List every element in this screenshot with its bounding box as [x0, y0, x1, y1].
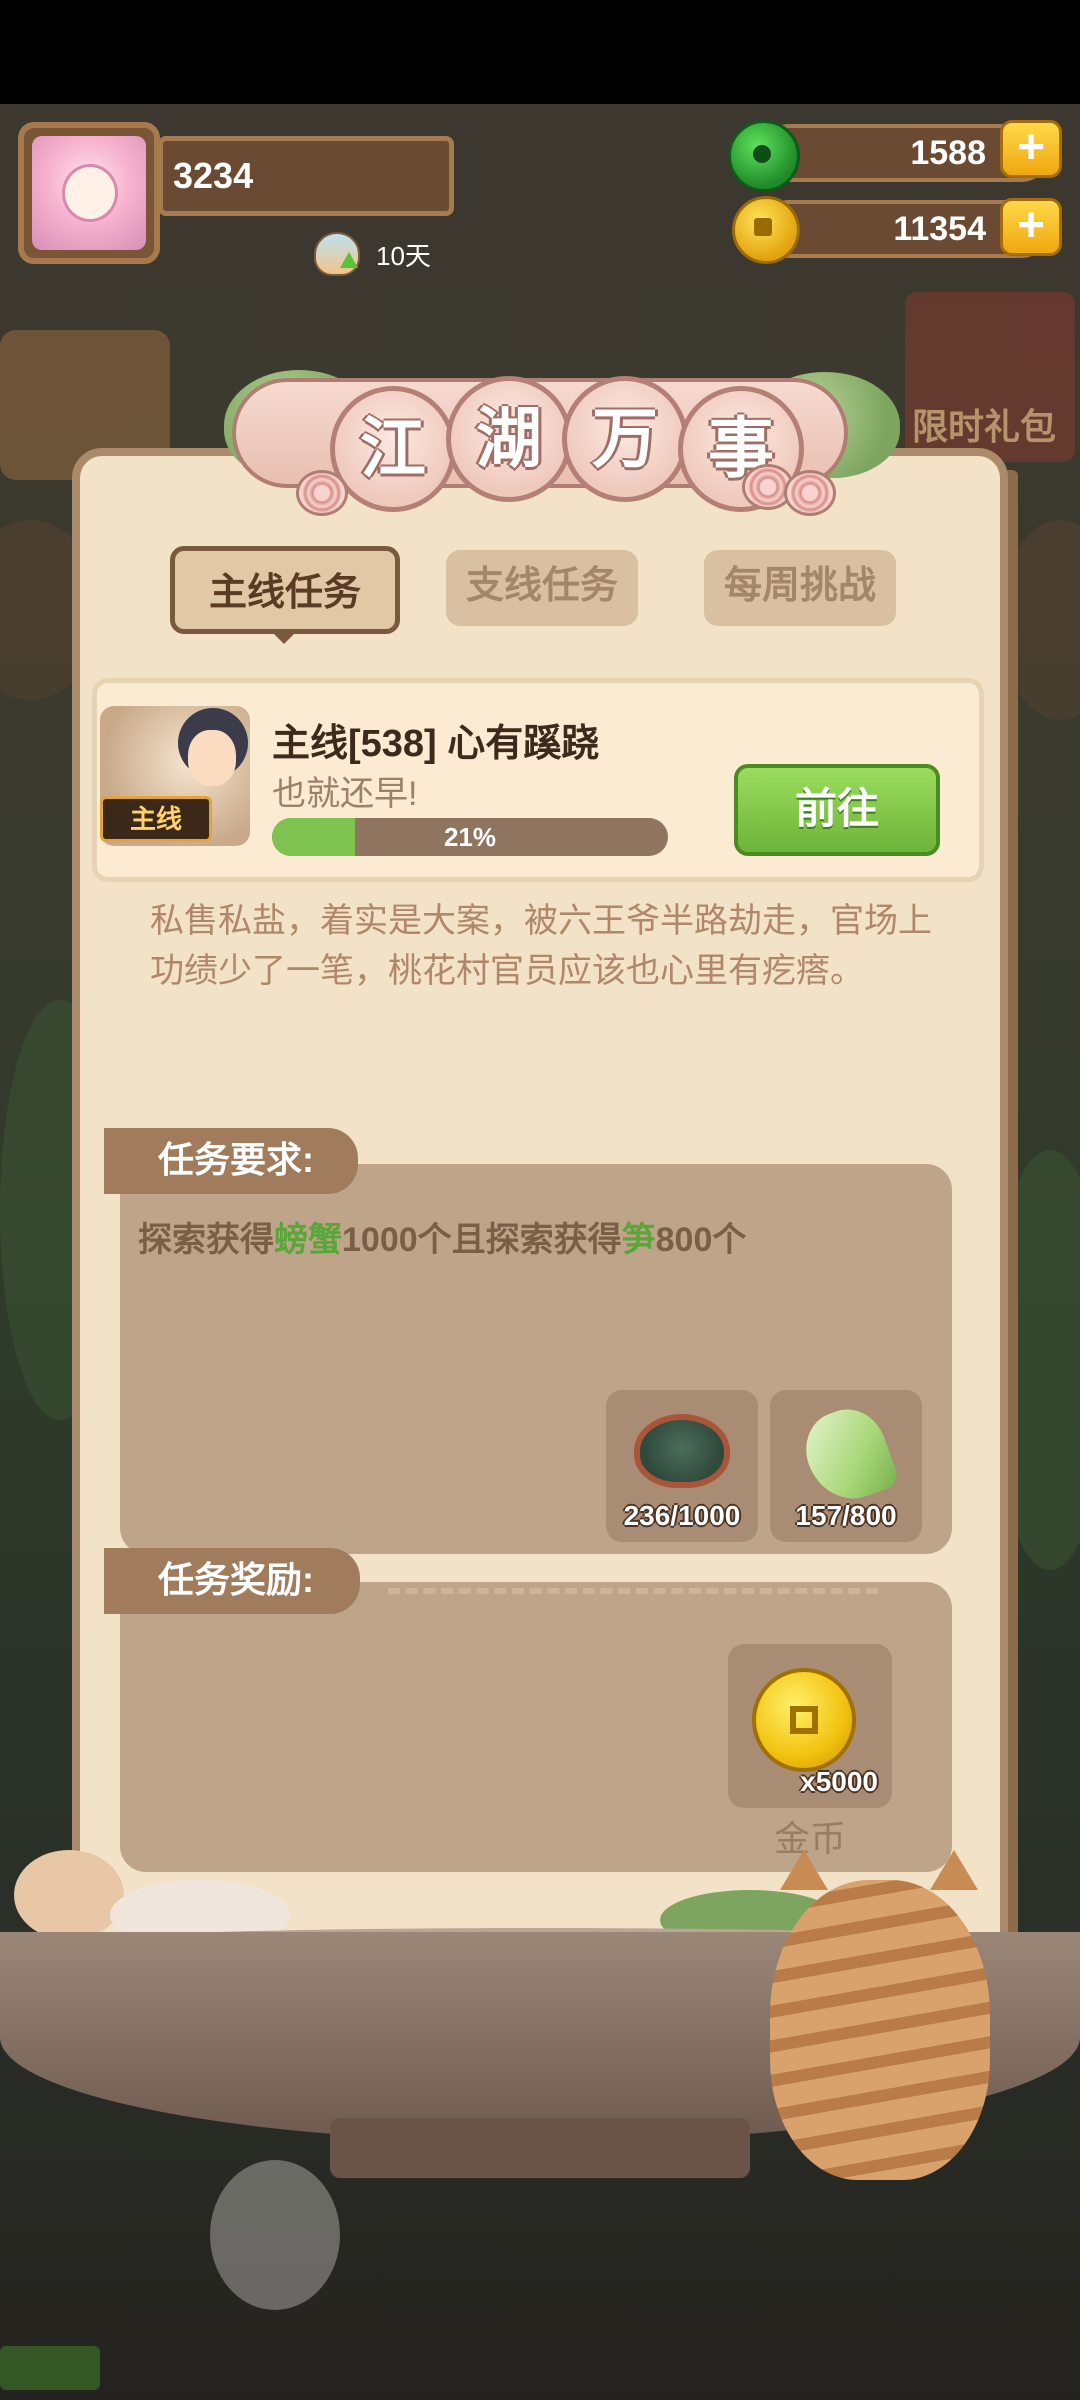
status-bar [0, 0, 1080, 104]
gold-coin-icon [732, 196, 800, 264]
tab-side-quest[interactable]: 支线任务 [446, 550, 638, 626]
req-text-part: 1000个且探索获得 [342, 1221, 622, 1259]
days-counter: 10天 [376, 241, 431, 271]
item-slot-bamboo[interactable]: 157/800 [770, 1390, 922, 1542]
rewards-label: 任务奖励: [104, 1548, 360, 1614]
quest-title: 主线[538] 心有蹊跷 [272, 723, 600, 765]
quest-description: 私售私盐，着实是大案，被六王爷半路劫走，官场上功绩少了一笔，桃花村官员应该也心里… [150, 902, 932, 990]
jade-icon [728, 120, 800, 192]
main-quest-badge: 主线 [100, 796, 212, 842]
tab-weekly-challenge[interactable]: 每周挑战 [704, 550, 896, 626]
requirements-text: 探索获得螃蟹1000个且探索获得笋800个 [138, 1212, 746, 1261]
req-highlight-crab: 螃蟹 [274, 1221, 342, 1259]
food-decoration [14, 1850, 124, 1940]
item-count: 157/800 [795, 1500, 897, 1531]
up-arrow-icon [340, 252, 358, 268]
avatar-face [62, 164, 118, 222]
avatar-portrait [32, 136, 146, 250]
title-char: 万 [562, 376, 688, 502]
title-char: 湖 [446, 376, 572, 502]
req-text-part: 800个 [655, 1221, 747, 1259]
go-button[interactable]: 前往 [734, 764, 940, 856]
character-face [188, 730, 236, 786]
player-avatar[interactable] [18, 122, 160, 264]
divider-dashes [388, 1588, 878, 1594]
add-gold-button[interactable]: + [1000, 198, 1062, 256]
progress-label: 21% [443, 822, 497, 852]
player-score: 3234 [158, 136, 454, 216]
cat-decoration [770, 1880, 990, 2180]
cat-ear [930, 1850, 978, 1890]
cat-ear [780, 1850, 828, 1890]
bowl-base [330, 2118, 750, 2178]
swirl-decoration [296, 470, 348, 516]
title-char: 江 [330, 386, 456, 512]
quest-subtitle: 也就还早! [272, 775, 418, 813]
item-slot-crab[interactable]: 236/1000 [606, 1390, 758, 1542]
tab-main-quest[interactable]: 主线任务 [170, 546, 400, 634]
limited-gift-label: 限时礼包 [912, 406, 1057, 447]
reward-slot-gold[interactable]: x5000 [728, 1644, 892, 1808]
background-character [210, 2160, 340, 2310]
reward-count: x5000 [800, 1766, 878, 1797]
req-highlight-bamboo: 笋 [621, 1221, 656, 1259]
item-count: 236/1000 [623, 1500, 741, 1531]
tab-pointer-icon [270, 630, 298, 644]
requirements-label: 任务要求: [104, 1128, 358, 1194]
gold-coin-icon [752, 1668, 856, 1772]
bamboo-shoot-icon [795, 1399, 901, 1511]
req-text-part: 探索获得 [138, 1221, 274, 1259]
crab-icon [634, 1414, 730, 1488]
bottom-indicator [0, 2346, 100, 2390]
swirl-decoration [784, 470, 836, 516]
add-jade-button[interactable]: + [1000, 120, 1062, 178]
quest-progress-bar: 21% [272, 818, 668, 856]
